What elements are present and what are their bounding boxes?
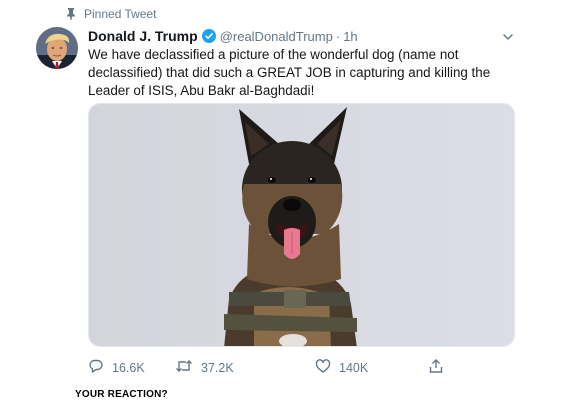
- pin-icon: [66, 8, 76, 20]
- tweet-text-line: declassified) that did such a GREAT JOB …: [88, 65, 491, 80]
- pinned-label: Pinned Tweet: [84, 7, 157, 21]
- retweet-count: 37.2K: [201, 361, 234, 375]
- tweet-header: Donald J. Trump @realDonaldTrump · 1h: [88, 27, 358, 45]
- retweet-button[interactable]: 37.2K: [175, 356, 234, 380]
- pinned-tweet-indicator: Pinned Tweet: [66, 6, 157, 22]
- tweet-media-dog-photo[interactable]: [88, 103, 515, 347]
- author-display-name[interactable]: Donald J. Trump: [88, 28, 198, 44]
- author-handle[interactable]: @realDonaldTrump: [220, 29, 333, 44]
- reaction-caption: YOUR REACTION?: [75, 389, 168, 400]
- share-icon: [428, 358, 444, 379]
- chevron-down-icon[interactable]: [501, 30, 515, 44]
- tweet-text: We have declassified a picture of the wo…: [88, 46, 528, 100]
- like-button[interactable]: 140K: [315, 356, 368, 380]
- header-separator: ·: [335, 28, 341, 44]
- like-count: 140K: [339, 361, 369, 375]
- tweet-actions: 16.6K 37.2K 140K: [88, 356, 528, 380]
- tweet-text-line: Leader of ISIS, Abu Bakr al-Baghdadi!: [88, 83, 315, 98]
- reply-count: 16.6K: [112, 361, 145, 375]
- tweet-text-line: We have declassified a picture of the wo…: [88, 47, 459, 62]
- tweet-timestamp[interactable]: 1h: [343, 29, 357, 44]
- reply-icon: [88, 358, 104, 379]
- verified-badge-icon: [201, 29, 216, 43]
- heart-icon: [315, 358, 331, 379]
- avatar[interactable]: [36, 27, 78, 69]
- reply-button[interactable]: 16.6K: [88, 356, 145, 380]
- share-button[interactable]: [428, 356, 444, 380]
- retweet-icon: [175, 358, 193, 379]
